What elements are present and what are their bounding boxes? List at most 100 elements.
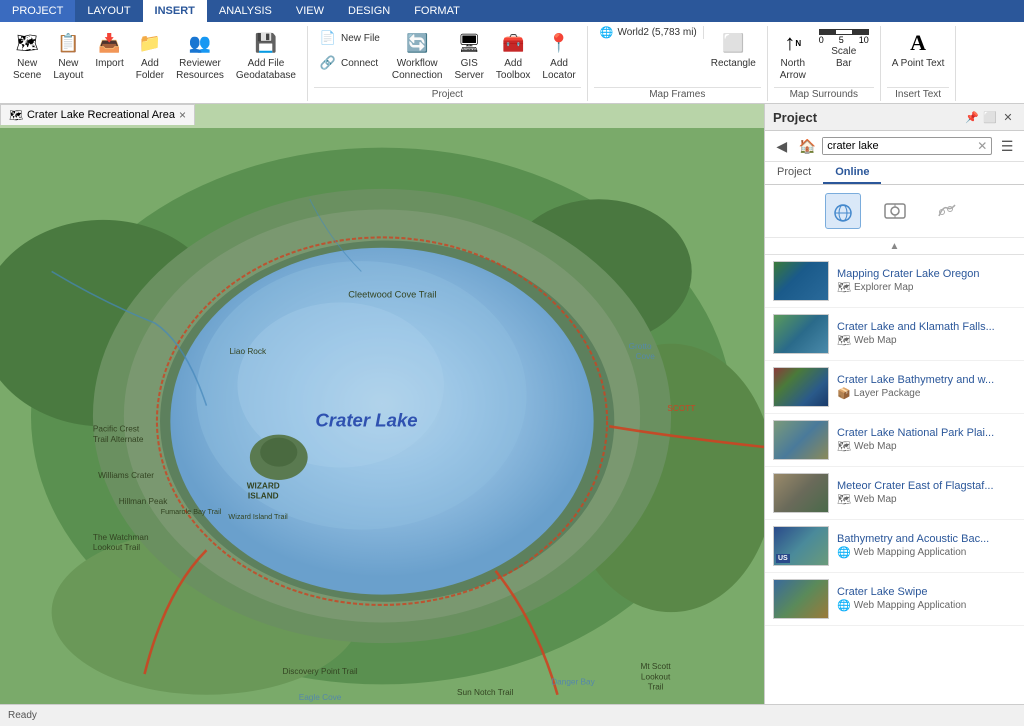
- result-item-crater-lake-klamath[interactable]: Crater Lake and Klamath Falls... 🗺 Web M…: [765, 308, 1024, 361]
- panel-header: Project 📌 ⬜ ✕: [765, 104, 1024, 131]
- add-file-geodatabase-button[interactable]: 💾 Add FileGeodatabase: [231, 26, 301, 85]
- svg-text:Pacific Crest: Pacific Crest: [93, 424, 140, 433]
- add-toolbox-icon: 🧰: [499, 29, 527, 57]
- rectangle-button[interactable]: ⬜ Rectangle: [706, 26, 761, 73]
- result-item-crater-lake-bathymetry[interactable]: Crater Lake Bathymetry and w... 📦 Layer …: [765, 361, 1024, 414]
- result-item-crater-lake-swipe[interactable]: Crater Lake Swipe 🌐 Web Mapping Applicat…: [765, 573, 1024, 626]
- north-arrow-icon: ↑N: [779, 29, 807, 57]
- ribbon-group-map-frames: 🌐 World2 (5,783 mi) ⬜ Rectangle Map Fram…: [588, 26, 768, 101]
- reviewer-resources-button[interactable]: 👥 ReviewerResources: [171, 26, 229, 85]
- point-text-label: A Point Text: [892, 58, 945, 70]
- cloud-icon-1[interactable]: [825, 193, 861, 229]
- scale-nums: 0 5 10: [819, 35, 869, 45]
- result-info-crater-lake-swipe: Crater Lake Swipe 🌐 Web Mapping Applicat…: [837, 586, 1016, 612]
- tab-design[interactable]: DESIGN: [336, 0, 402, 22]
- globe-icon: 🌐: [600, 26, 614, 39]
- search-input[interactable]: [823, 138, 973, 154]
- reviewer-label: ReviewerResources: [176, 58, 224, 82]
- tab-layout[interactable]: LAYOUT: [75, 0, 142, 22]
- connect-label: Connect: [341, 58, 378, 69]
- new-scene-button[interactable]: 🗺 NewScene: [8, 26, 46, 85]
- svg-text:Eagle Cove: Eagle Cove: [299, 693, 342, 702]
- cloud-icon-3[interactable]: [929, 193, 965, 229]
- svg-text:Williams Crater: Williams Crater: [98, 471, 154, 480]
- nav-back-button[interactable]: ◀: [771, 135, 793, 157]
- workflow-connection-button[interactable]: 🔄 WorkflowConnection: [387, 26, 448, 85]
- ribbon: PROJECT LAYOUT INSERT ANALYSIS VIEW DESI…: [0, 0, 1024, 104]
- panel-close-button[interactable]: ✕: [1000, 109, 1016, 125]
- result-item-mapping-crater-lake[interactable]: Mapping Crater Lake Oregon 🗺 Explorer Ma…: [765, 255, 1024, 308]
- result-type-label-bathymetry-acoustic: Web Mapping Application: [854, 547, 967, 558]
- panel-tab-online[interactable]: Online: [823, 162, 881, 184]
- svg-text:Danger Bay: Danger Bay: [551, 677, 595, 686]
- north-arrow-button[interactable]: ↑N NorthArrow: [774, 26, 812, 85]
- scale-num-5: 5: [839, 35, 844, 45]
- svg-text:Mt Scott: Mt Scott: [640, 662, 671, 671]
- add-toolbox-button[interactable]: 🧰 AddToolbox: [491, 26, 535, 85]
- result-type-label-crater-lake-klamath: Web Map: [854, 335, 897, 346]
- new-layout-button[interactable]: 📋 NewLayout: [48, 26, 88, 85]
- new-file-button[interactable]: 📄 New File: [314, 26, 385, 50]
- map-icon: 🗺: [9, 109, 23, 122]
- tab-format[interactable]: FORMAT: [402, 0, 472, 22]
- tab-view[interactable]: VIEW: [284, 0, 336, 22]
- result-thumb-mapping-crater-lake: [773, 261, 829, 301]
- result-thumb-crater-lake-national: [773, 420, 829, 460]
- search-menu-button[interactable]: ☰: [996, 135, 1018, 157]
- result-type-label-crater-lake-national: Web Map: [854, 441, 897, 452]
- add-locator-button[interactable]: 📍 AddLocator: [537, 26, 580, 85]
- panel-restore-button[interactable]: ⬜: [982, 109, 998, 125]
- reviewer-icon: 👥: [186, 29, 214, 57]
- scale-bar-button[interactable]: 0 5 10 ScaleBar: [814, 26, 874, 73]
- search-clear-button[interactable]: ✕: [973, 139, 991, 153]
- result-item-bathymetry-acoustic[interactable]: US Bathymetry and Acoustic Bac... 🌐 Web …: [765, 520, 1024, 573]
- result-type-crater-lake-bathymetry: 📦 Layer Package: [837, 387, 1016, 400]
- nav-home-button[interactable]: 🏠: [797, 135, 819, 157]
- svg-text:Crater Lake: Crater Lake: [315, 409, 417, 430]
- status-text: Ready: [8, 710, 37, 721]
- main-area: 🗺 Crater Lake Recreational Area ×: [0, 104, 1024, 704]
- cloud-icon-2[interactable]: [877, 193, 913, 229]
- result-info-mapping-crater-lake: Mapping Crater Lake Oregon 🗺 Explorer Ma…: [837, 268, 1016, 294]
- result-type-mapping-crater-lake: 🗺 Explorer Map: [837, 281, 1016, 294]
- new-scene-label: NewScene: [13, 58, 41, 82]
- svg-text:The Watchman: The Watchman: [93, 533, 149, 542]
- ribbon-col-project: 📄 New File 🔗 Connect: [314, 26, 385, 75]
- result-type-bathymetry-acoustic: 🌐 Web Mapping Application: [837, 546, 1016, 559]
- import-label: Import: [95, 58, 123, 70]
- ribbon-group-map-frames-items: 🌐 World2 (5,783 mi) ⬜ Rectangle: [594, 26, 761, 85]
- scale-seg-2: [836, 30, 852, 34]
- result-item-meteor-crater[interactable]: Meteor Crater East of Flagstaf... 🗺 Web …: [765, 467, 1024, 520]
- map-tab-close[interactable]: ×: [179, 108, 186, 122]
- connect-button[interactable]: 🔗 Connect: [314, 51, 385, 75]
- gis-server-button[interactable]: 🖥 GISServer: [449, 26, 488, 85]
- tab-analysis[interactable]: ANALYSIS: [207, 0, 284, 22]
- gis-server-icon: 🖥: [455, 29, 483, 57]
- tab-insert[interactable]: INSERT: [143, 0, 207, 22]
- result-info-crater-lake-national: Crater Lake National Park Plai... 🗺 Web …: [837, 427, 1016, 453]
- point-text-button[interactable]: A A Point Text: [887, 26, 950, 73]
- result-type-label-meteor-crater: Web Map: [854, 494, 897, 505]
- rectangle-icon: ⬜: [719, 29, 747, 57]
- ribbon-group-new: 🗺 NewScene 📋 NewLayout 📥 Import 📁 AddFol…: [2, 26, 308, 101]
- ribbon-group-surrounds-items: ↑N NorthArrow 0 5 10: [774, 26, 874, 85]
- map-container[interactable]: 🗺 Crater Lake Recreational Area ×: [0, 104, 764, 704]
- svg-text:Liao Rock: Liao Rock: [229, 347, 267, 356]
- panel-pin-button[interactable]: 📌: [964, 109, 980, 125]
- scale-num-0: 0: [819, 35, 824, 45]
- scale-bar-label: ScaleBar: [831, 46, 856, 70]
- panel-tab-project[interactable]: Project: [765, 162, 823, 184]
- result-item-crater-lake-national[interactable]: Crater Lake National Park Plai... 🗺 Web …: [765, 414, 1024, 467]
- svg-text:Hillman Peak: Hillman Peak: [119, 497, 168, 506]
- scale-num-10: 10: [859, 35, 869, 45]
- new-file-label: New File: [341, 33, 380, 44]
- svg-text:Trail: Trail: [648, 683, 664, 692]
- ribbon-tabs: PROJECT LAYOUT INSERT ANALYSIS VIEW DESI…: [0, 0, 1024, 22]
- collapse-arrow[interactable]: ▲: [765, 238, 1024, 255]
- svg-text:Fumarole Bay Trail: Fumarole Bay Trail: [161, 507, 222, 516]
- tab-project[interactable]: PROJECT: [0, 0, 75, 22]
- import-button[interactable]: 📥 Import: [90, 26, 128, 73]
- result-type-icon-mapping-crater-lake: 🗺: [837, 281, 851, 294]
- add-folder-button[interactable]: 📁 AddFolder: [131, 26, 169, 85]
- result-thumb-meteor-crater: [773, 473, 829, 513]
